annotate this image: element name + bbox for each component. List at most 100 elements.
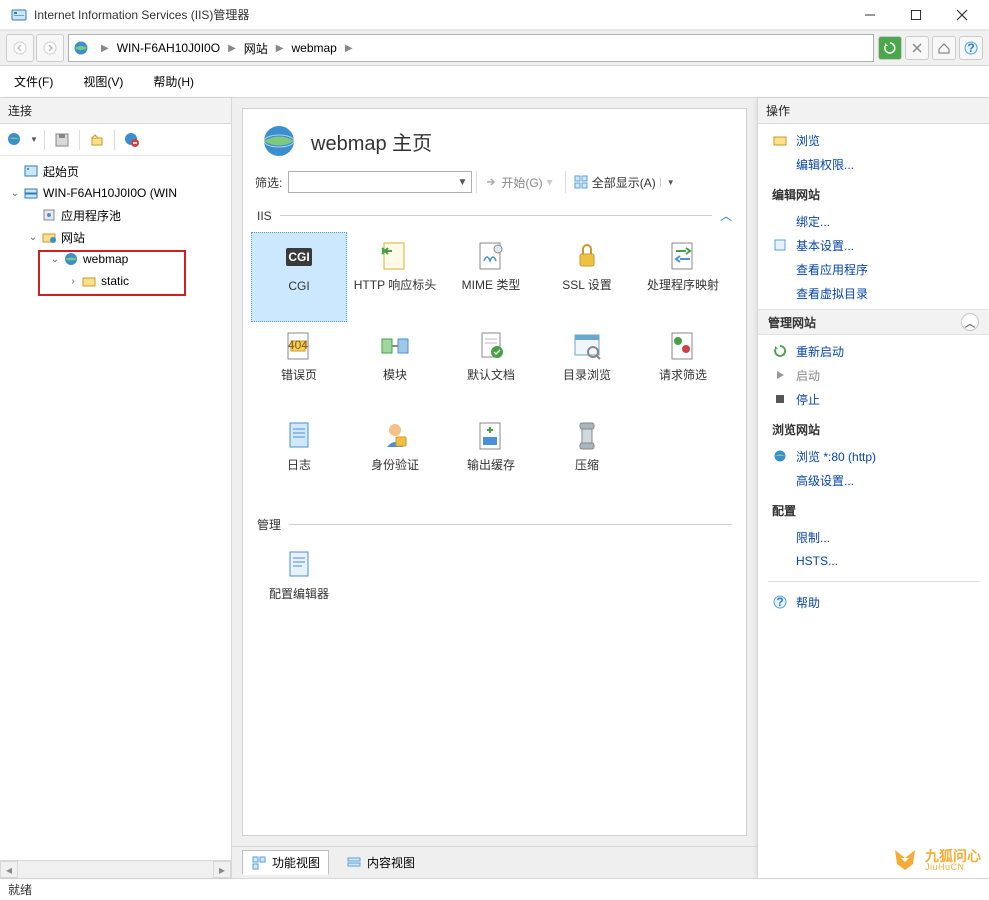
caret-down-icon[interactable]: ⌄ (48, 254, 62, 265)
site-icon (62, 250, 80, 268)
action-advanced-settings[interactable]: 高级设置... (758, 468, 989, 492)
connect-dropdown-icon[interactable]: ▼ (30, 135, 38, 144)
feature-error-pages[interactable]: 404错误页 (251, 322, 347, 412)
feature-modules[interactable]: 模块 (347, 322, 443, 412)
stop-icon (772, 391, 788, 407)
connections-tree[interactable]: 起始页 ⌄ WIN-F6AH10J0I0O (WIN 应用程序池 ⌄ 网站 ⌄ … (0, 156, 231, 860)
tab-features-view[interactable]: 功能视图 (242, 850, 329, 875)
feature-ssl-settings[interactable]: SSL 设置 (539, 232, 635, 322)
feature-logging[interactable]: 日志 (251, 412, 347, 502)
scroll-right-icon[interactable]: ▸ (213, 861, 231, 878)
home-button[interactable] (932, 36, 956, 60)
menu-help[interactable]: 帮助(H) (147, 69, 200, 94)
caret-down-icon[interactable]: ⌄ (8, 188, 22, 199)
section-mgmt-header: 管理 (243, 508, 746, 535)
address-bar: ▶ WIN-F6AH10J0I0O ▶ 网站 ▶ webmap ▶ ? (0, 30, 989, 66)
status-text: 就绪 (8, 881, 32, 898)
manage-site-header: 管理网站 ︿ (758, 309, 989, 335)
nav-forward-button[interactable] (36, 34, 64, 62)
feature-authentication[interactable]: 身份验证 (347, 412, 443, 502)
minimize-button[interactable] (847, 1, 893, 29)
mgmt-icon-grid: 配置编辑器 (243, 535, 746, 637)
feature-default-document[interactable]: 默认文档 (443, 322, 539, 412)
tree-static-node[interactable]: › static (0, 270, 231, 292)
globe-icon (73, 39, 91, 57)
remove-connection-icon[interactable] (121, 129, 143, 151)
horizontal-scrollbar[interactable]: ◂ ▸ (0, 860, 231, 878)
nav-back-button[interactable] (6, 34, 34, 62)
scroll-left-icon[interactable]: ◂ (0, 861, 18, 878)
bottom-tabs: 功能视图 内容视图 (232, 846, 757, 878)
feature-http-response-headers[interactable]: HTTP 响应标头 (347, 232, 443, 322)
tree-server-node[interactable]: ⌄ WIN-F6AH10J0I0O (WIN (0, 182, 231, 204)
refresh-button[interactable] (878, 36, 902, 60)
explore-icon (772, 132, 788, 148)
show-all-button[interactable]: 全部显示(A) ▼ (565, 171, 683, 193)
feature-handler-mappings[interactable]: 处理程序映射 (635, 232, 731, 322)
action-view-applications[interactable]: 查看应用程序 (758, 257, 989, 281)
action-explore[interactable]: 浏览 (758, 128, 989, 152)
iis-app-icon (10, 6, 28, 24)
page-title: webmap 主页 (311, 127, 432, 156)
feature-compression[interactable]: 压缩 (539, 412, 635, 502)
main-area: 连接 ▼ 起始页 ⌄ WIN-F6AH10J0I0O (WIN (0, 98, 989, 878)
feature-directory-browsing[interactable]: 目录浏览 (539, 322, 635, 412)
crumb-server[interactable]: WIN-F6AH10J0I0O (113, 41, 224, 55)
browse-site-header: 浏览网站 (758, 415, 989, 440)
sites-folder-icon (40, 228, 58, 246)
connections-panel: 连接 ▼ 起始页 ⌄ WIN-F6AH10J0I0O (WIN (0, 98, 232, 878)
collapse-section-icon[interactable]: ︿ (961, 313, 979, 331)
close-button[interactable] (939, 1, 985, 29)
action-edit-permissions[interactable]: 编辑权限... (758, 152, 989, 176)
address-box[interactable]: ▶ WIN-F6AH10J0I0O ▶ 网站 ▶ webmap ▶ (68, 34, 874, 62)
feature-mime-types[interactable]: MIME 类型 (443, 232, 539, 322)
action-browse-http[interactable]: 浏览 *:80 (http) (758, 444, 989, 468)
action-view-virtual-dirs[interactable]: 查看虚拟目录 (758, 281, 989, 305)
action-restart[interactable]: 重新启动 (758, 339, 989, 363)
stop-button[interactable] (905, 36, 929, 60)
caret-right-icon[interactable]: › (66, 276, 80, 287)
feature-request-filtering[interactable]: 请求筛选 (635, 322, 731, 412)
browse-icon (772, 448, 788, 464)
tree-start-page[interactable]: 起始页 (0, 160, 231, 182)
crumb-sites[interactable]: 网站 (240, 40, 272, 57)
action-basic-settings[interactable]: 基本设置... (758, 233, 989, 257)
collapse-icon[interactable]: ︿ (720, 207, 732, 224)
features-view-icon (251, 855, 267, 871)
folder-icon (80, 272, 98, 290)
feature-cgi[interactable]: CGICGI (251, 232, 347, 322)
save-icon[interactable] (51, 129, 73, 151)
play-icon (772, 367, 788, 383)
tree-webmap-node[interactable]: ⌄ webmap (0, 248, 231, 270)
tree-app-pools[interactable]: 应用程序池 (0, 204, 231, 226)
svg-text:?: ? (776, 595, 783, 609)
action-start[interactable]: 启动 (758, 363, 989, 387)
site-large-icon (261, 123, 297, 159)
up-icon[interactable] (86, 129, 108, 151)
menu-file[interactable]: 文件(F) (8, 69, 59, 94)
svg-text:?: ? (967, 41, 974, 55)
action-hsts[interactable]: HSTS... (758, 549, 989, 573)
actions-panel: 操作 浏览 编辑权限... 编辑网站 绑定... 基本设置... 查看应用程序 … (757, 98, 989, 878)
feature-config-editor[interactable]: 配置编辑器 (251, 541, 347, 631)
action-bindings[interactable]: 绑定... (758, 209, 989, 233)
content-frame: webmap 主页 筛选: ▼ 开始(G) ▾ 全部显示(A) ▼ (242, 108, 747, 836)
caret-down-icon[interactable]: ⌄ (26, 232, 40, 243)
window-title: Internet Information Services (IIS)管理器 (34, 6, 847, 23)
menu-view[interactable]: 视图(V) (77, 69, 129, 94)
page-title-row: webmap 主页 (243, 109, 746, 169)
maximize-button[interactable] (893, 1, 939, 29)
section-iis-header: IIS ︿ (243, 199, 746, 226)
crumb-webmap[interactable]: webmap (287, 41, 340, 55)
action-limits[interactable]: 限制... (758, 525, 989, 549)
action-stop[interactable]: 停止 (758, 387, 989, 411)
tab-content-view[interactable]: 内容视图 (337, 850, 424, 875)
go-button[interactable]: 开始(G) ▾ (476, 171, 560, 193)
tree-sites-node[interactable]: ⌄ 网站 (0, 226, 231, 248)
feature-output-caching[interactable]: 输出缓存 (443, 412, 539, 502)
settings-icon (772, 237, 788, 253)
action-help[interactable]: ?帮助 (758, 590, 989, 614)
connect-icon[interactable] (4, 129, 26, 151)
filter-input[interactable]: ▼ (288, 171, 472, 193)
help-button[interactable]: ? (959, 36, 983, 60)
